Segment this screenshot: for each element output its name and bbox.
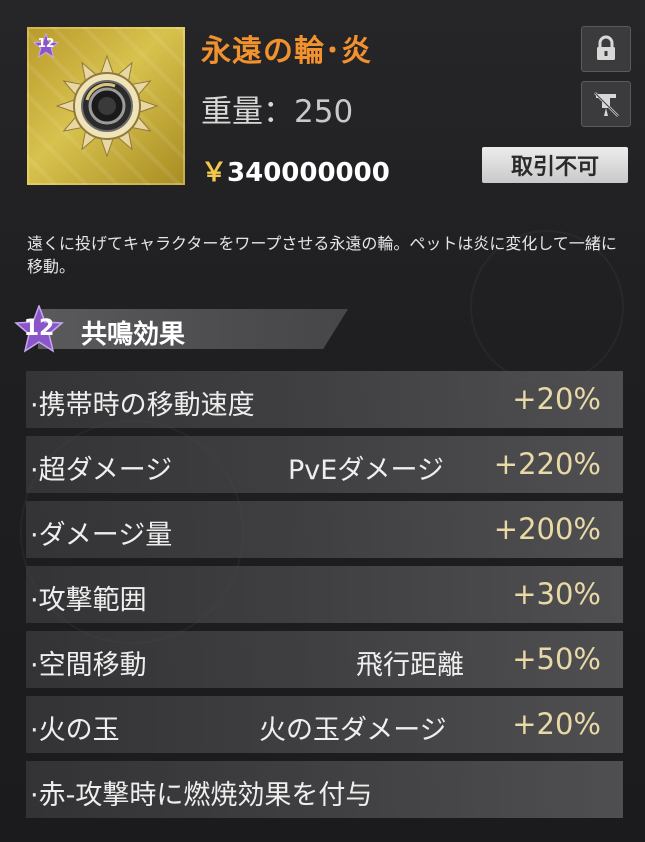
weight-value: 250 (294, 94, 354, 130)
item-description: 遠くに投げてキャラクターをワープさせる永遠の輪。ペットは炎に変化して一緒に移動。 (27, 234, 617, 276)
effect-value: +20% (512, 382, 601, 416)
level-badge-number: 12 (37, 36, 55, 50)
effect-row: ·超ダメージ PvEダメージ +220% (26, 436, 623, 493)
effect-value: +20% (512, 707, 601, 741)
effect-label: ·空間移動 (30, 650, 147, 681)
effect-row: ·空間移動 飛行距離 +50% (26, 631, 623, 688)
resonance-level-number: 12 (23, 316, 55, 341)
effect-row: ·携帯時の移動速度 +20% (26, 371, 623, 428)
resonance-header: 12 共鳴効果 (14, 303, 348, 353)
no-pin-button[interactable] (581, 81, 631, 127)
price-row: ￥340000000 (201, 152, 390, 189)
effect-row: ·ダメージ量 +200% (26, 501, 623, 558)
weight-label: 重量： (201, 94, 294, 130)
effects-list: ·携帯時の移動速度 +20% ·超ダメージ PvEダメージ +220% ·ダメー… (26, 371, 623, 826)
effect-label: ·ダメージ量 (30, 520, 173, 551)
effect-value: +200% (493, 512, 601, 546)
lock-button[interactable] (581, 26, 631, 72)
resonance-title: 共鳴効果 (81, 320, 186, 350)
trade-status-label: 取引不可 (482, 147, 628, 183)
effect-row: ·赤-攻撃時に燃焼効果を付与 (26, 761, 623, 818)
effect-row: ·攻撃範囲 +30% (26, 566, 623, 623)
effect-row: ·火の玉 火の玉ダメージ +20% (26, 696, 623, 753)
sun-ring-icon (55, 54, 159, 158)
effect-sub-label: 火の玉ダメージ (259, 715, 447, 746)
effect-label: ·攻撃範囲 (30, 585, 147, 616)
price-amount: 340000000 (227, 158, 390, 188)
effect-sub-label: PvEダメージ (288, 455, 444, 486)
effect-value: +50% (512, 642, 601, 676)
effect-label: ·携帯時の移動速度 (30, 390, 255, 421)
item-name: 永遠の輪･炎 (201, 34, 372, 69)
no-pin-icon (594, 92, 619, 117)
lock-icon (597, 35, 615, 60)
item-icon-frame: 12 (27, 27, 185, 185)
currency-symbol: ￥ (201, 158, 228, 188)
effect-value: +30% (512, 577, 601, 611)
effect-label: ·赤-攻撃時に燃焼効果を付与 (30, 780, 373, 811)
effect-value: +220% (493, 447, 601, 481)
weight-row: 重量：250 (201, 86, 353, 131)
effect-label: ·超ダメージ (30, 455, 173, 486)
resonance-level-badge: 12 (14, 303, 64, 353)
effect-label: ·火の玉 (30, 715, 120, 746)
item-tooltip-panel: 12 永遠の輪･炎 重量：250 ￥340000000 取引不可 遠くに投げてキ… (0, 0, 645, 842)
effect-sub-label: 飛行距離 (356, 650, 464, 681)
